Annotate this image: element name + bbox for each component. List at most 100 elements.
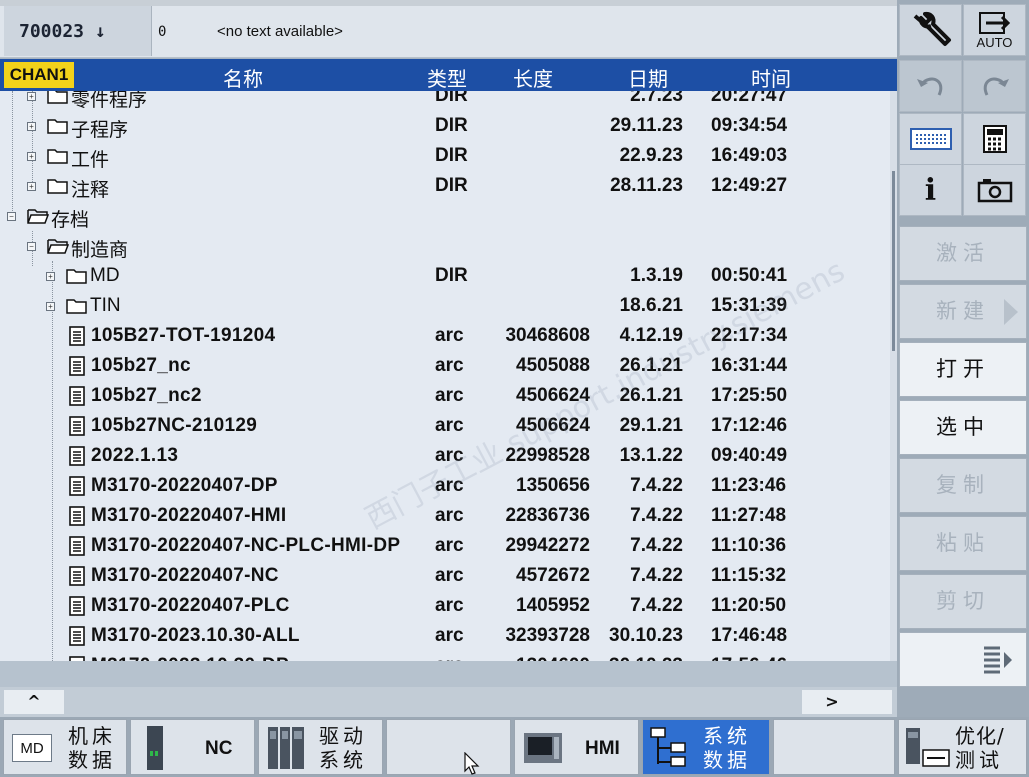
scroll-buttons: ^ > (0, 687, 897, 717)
file-row[interactable]: 105b27_nc2 arc 4506624 26.1.21 17:25:50 (0, 381, 890, 411)
auto-mode-button[interactable]: AUTO (963, 4, 1026, 56)
item-date: 1.3.19 (630, 265, 683, 286)
program-selector[interactable]: 700023 ↓ (4, 6, 152, 56)
redo-button[interactable] (963, 60, 1026, 112)
col-length[interactable]: 长度 (513, 63, 553, 92)
file-icon (69, 386, 85, 406)
info-button[interactable]: i (899, 164, 962, 216)
file-tree[interactable]: + 零件程序 DIR 2.7.23 20:27:47 + 子程序 DIR 29.11.23 09:… (0, 91, 890, 661)
folder-icon (47, 91, 68, 104)
machine-data-button[interactable]: MD 机床 数据 (3, 719, 127, 775)
screenshot-button[interactable] (963, 164, 1026, 216)
machine-data-label-2: 数据 (68, 748, 116, 772)
nc-label: NC (205, 738, 233, 759)
scroll-corner (862, 690, 892, 714)
file-row[interactable]: 105B27-TOT-191204 arc 30468608 4.12.19 22:17… (0, 321, 890, 351)
scroll-thumb[interactable] (892, 171, 895, 351)
item-time: 11:27:48 (711, 505, 787, 526)
file-icon (69, 476, 85, 496)
folder-row[interactable]: + 工件 DIR 22.9.23 16:49:03 (0, 141, 890, 171)
system-data-button[interactable]: 系统 数据 (642, 719, 770, 775)
file-row[interactable]: M3170-20220407-PLC arc 1405952 7.4.22 11:20:… (0, 591, 890, 621)
file-row[interactable]: M3170-20220407-DP arc 1350656 7.4.22 11:23:4… (0, 471, 890, 501)
optimize-test-button[interactable]: 优化/ 测试 (898, 719, 1027, 775)
status-message: <no text available> (217, 23, 343, 40)
file-row[interactable]: 105b27_nc arc 4505088 26.1.21 16:31:44 (0, 351, 890, 381)
expand-toggle-icon[interactable]: + (27, 92, 36, 101)
folder-row[interactable]: + 零件程序 DIR 2.7.23 20:27:47 (0, 91, 890, 111)
expand-toggle-icon[interactable]: + (27, 152, 36, 161)
info-icon: i (924, 172, 937, 208)
item-date: 28.11.23 (610, 175, 683, 196)
file-icon (69, 506, 85, 526)
redo-icon (983, 77, 1009, 96)
auto-label: AUTO (976, 34, 1013, 50)
item-type: arc (435, 625, 464, 646)
system-data-label-2: 数据 (703, 748, 751, 772)
folder-icon (47, 179, 68, 194)
softkey-4[interactable]: 选中 (899, 400, 1027, 455)
col-name[interactable]: 名称 (223, 63, 263, 92)
softkey-7[interactable]: 剪切 (899, 574, 1027, 629)
softkey-1[interactable]: 激活 (899, 226, 1027, 281)
file-row[interactable]: M3170-20220407-NC-PLC-HMI-DP arc 29942272 7… (0, 531, 890, 561)
col-type[interactable]: 类型 (427, 63, 467, 92)
expand-toggle-icon[interactable]: + (46, 272, 55, 281)
optimize-label-2: 测试 (955, 748, 1003, 772)
softkey-label: 剪切 (936, 589, 990, 613)
expand-toggle-icon[interactable]: + (27, 182, 36, 191)
softkey-2[interactable]: 新建 (899, 284, 1027, 339)
expand-toggle-icon[interactable]: − (7, 212, 16, 221)
more-softkeys-button[interactable] (899, 632, 1027, 687)
softkey-3[interactable]: 打开 (899, 342, 1027, 397)
mouse-cursor-icon (464, 752, 480, 775)
undo-button[interactable] (899, 60, 962, 112)
file-row[interactable]: 105b27NC-210129 arc 4506624 29.1.21 17:12:46 (0, 411, 890, 441)
tree-structure-icon (650, 727, 686, 767)
file-icon (69, 626, 85, 646)
softkey-5[interactable]: 复制 (899, 458, 1027, 513)
program-name: 700023 (19, 21, 85, 42)
hmi-button[interactable]: HMI (514, 719, 639, 775)
tools-button[interactable] (899, 4, 962, 56)
folder-row[interactable]: + MD DIR 1.3.19 00:50:41 (0, 261, 890, 291)
folder-row[interactable]: + 子程序 DIR 29.11.23 09:34:54 (0, 111, 890, 141)
item-date: 18.6.21 (619, 295, 683, 316)
item-time: 20:27:47 (711, 91, 788, 106)
vertical-scrollbar[interactable] (890, 91, 897, 661)
item-length: 4506624 (516, 415, 590, 436)
file-row[interactable]: 2022.1.13 arc 22998528 13.1.22 09:40:49 (0, 441, 890, 471)
col-date[interactable]: 日期 (628, 63, 668, 92)
list-next-icon (984, 646, 1012, 674)
file-row[interactable]: M3170-2023.10.30-ALL arc 32393728 30.10.23 1… (0, 621, 890, 651)
drive-system-button[interactable]: 驱动 系统 (258, 719, 383, 775)
item-name: M3170-20220407-HMI (91, 505, 287, 526)
expand-toggle-icon[interactable]: + (46, 302, 55, 311)
expand-toggle-icon[interactable]: − (27, 242, 36, 251)
calculator-button[interactable] (963, 113, 1026, 165)
folder-row[interactable]: + 注释 DIR 28.11.23 12:49:27 (0, 171, 890, 201)
empty-softkey-2[interactable] (773, 719, 895, 775)
keyboard-button[interactable] (899, 113, 962, 165)
softkey-6[interactable]: 粘贴 (899, 516, 1027, 571)
folder-row[interactable]: − 存档 (0, 201, 890, 231)
item-name: 存档 (51, 210, 90, 231)
scroll-up-button[interactable]: ^ (4, 690, 64, 714)
empty-softkey[interactable] (386, 719, 511, 775)
item-time: 11:23:46 (711, 475, 787, 496)
item-length: 4505088 (516, 355, 590, 376)
nc-button[interactable]: NC (130, 719, 255, 775)
file-row[interactable]: M3170-20220407-HMI arc 22836736 7.4.22 11:27… (0, 501, 890, 531)
expand-toggle-icon[interactable]: + (27, 122, 36, 131)
scroll-right-button[interactable]: > (802, 690, 862, 714)
file-icon (69, 596, 85, 616)
col-time[interactable]: 时间 (751, 63, 791, 92)
hmi-label: HMI (585, 738, 620, 759)
folder-row[interactable]: + TIN 18.6.21 15:31:39 (0, 291, 890, 321)
folder-icon (47, 119, 68, 134)
file-row[interactable]: M3170-2023.10.30-DParc130460030.10.2317:… (0, 651, 890, 661)
item-name: M3170-20220407-PLC (91, 595, 290, 616)
item-type: arc (435, 535, 464, 556)
folder-row[interactable]: − 制造商 (0, 231, 890, 261)
file-row[interactable]: M3170-20220407-NC arc 4572672 7.4.22 11:15:3… (0, 561, 890, 591)
